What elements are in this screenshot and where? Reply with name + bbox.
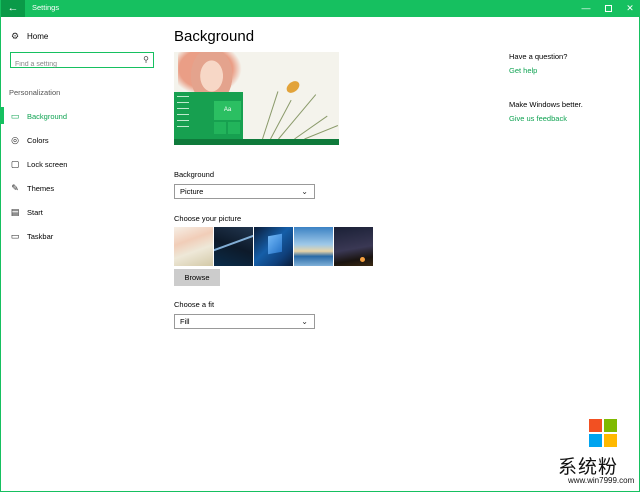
sidebar-item-taskbar[interactable]: ▭ Taskbar — [1, 224, 161, 248]
maximize-icon — [604, 5, 612, 12]
preview-taskbar — [174, 139, 339, 145]
preview-grass — [262, 91, 279, 140]
minimize-button[interactable]: — — [575, 2, 597, 15]
fit-label: Choose a fit — [174, 300, 215, 309]
back-arrow-icon: ← — [7, 2, 19, 14]
window-title: Settings — [32, 3, 60, 12]
background-preview: Aa — [174, 52, 339, 145]
picture-icon: ▭ — [10, 110, 20, 121]
sidebar-item-label: Background — [27, 111, 68, 121]
preview-tile — [214, 122, 226, 134]
preview-bird — [284, 79, 302, 95]
maximize-button[interactable] — [597, 2, 619, 15]
watermark-logo — [589, 419, 617, 447]
picture-thumbnails — [174, 227, 373, 266]
preview-grass — [278, 94, 317, 140]
start-icon: ▤ — [10, 206, 20, 217]
sidebar-item-background[interactable]: ▭ Background — [1, 104, 161, 128]
sidebar-item-label: Taskbar — [27, 231, 54, 241]
close-icon: ✕ — [626, 3, 634, 13]
fit-dropdown[interactable]: Fill ⌄ — [174, 314, 315, 329]
watermark-url: www.win7999.com — [568, 476, 635, 485]
page-title: Background — [174, 28, 255, 45]
search-box[interactable]: ⚲ — [10, 52, 154, 72]
sidebar-home-label: Home — [27, 32, 49, 41]
watermark-text: 系统粉 — [558, 456, 619, 478]
minimize-icon: — — [581, 3, 591, 13]
back-button[interactable]: ← — [1, 0, 25, 17]
close-button[interactable]: ✕ — [619, 2, 640, 15]
preview-tile — [228, 122, 240, 134]
background-label: Background — [174, 170, 215, 179]
themes-icon: ✎ — [11, 182, 19, 193]
picture-thumbnail[interactable] — [174, 227, 213, 266]
background-dropdown-value: Picture — [180, 187, 204, 196]
sidebar-item-colors[interactable]: ◎ Colors — [1, 128, 161, 152]
preview-start-list — [177, 96, 191, 132]
get-help-link[interactable]: Get help — [509, 66, 537, 75]
search-icon[interactable]: ⚲ — [143, 55, 149, 64]
section-label: Personalization — [9, 88, 61, 97]
help-heading: Have a question? — [509, 52, 568, 61]
preview-tile: Aa — [214, 101, 241, 120]
sidebar-item-lock-screen[interactable]: ▢ Lock screen — [1, 152, 161, 176]
chevron-down-icon: ⌄ — [301, 187, 308, 196]
lock-screen-icon: ▢ — [10, 158, 20, 169]
sidebar-item-label: Themes — [27, 183, 55, 193]
chevron-down-icon: ⌄ — [301, 317, 308, 326]
sidebar-item-themes[interactable]: ✎ Themes — [1, 176, 161, 200]
choose-picture-label: Choose your picture — [174, 214, 242, 223]
background-dropdown[interactable]: Picture ⌄ — [174, 184, 315, 199]
palette-icon: ◎ — [11, 134, 19, 145]
search-input[interactable] — [15, 57, 135, 72]
sidebar-item-label: Colors — [27, 135, 49, 145]
sidebar-item-start[interactable]: ▤ Start — [1, 200, 161, 224]
fit-dropdown-value: Fill — [180, 317, 190, 326]
picture-thumbnail[interactable] — [294, 227, 333, 266]
picture-thumbnail[interactable] — [214, 227, 253, 266]
feedback-heading: Make Windows better. — [509, 100, 583, 109]
sidebar-item-label: Lock screen — [27, 159, 68, 169]
taskbar-icon: ▭ — [10, 230, 20, 241]
give-feedback-link[interactable]: Give us feedback — [509, 114, 567, 123]
gear-icon: ⚙ — [10, 31, 20, 41]
sidebar-nav: ▭ Background ◎ Colors ▢ Lock screen ✎ Th… — [1, 104, 161, 248]
picture-thumbnail[interactable] — [334, 227, 373, 266]
picture-thumbnail[interactable] — [254, 227, 293, 266]
sidebar-item-label: Start — [27, 207, 43, 217]
browse-button[interactable]: Browse — [174, 269, 220, 286]
sidebar-home[interactable]: ⚙ Home — [10, 31, 48, 42]
title-bar: ← Settings — ✕ — [1, 0, 640, 17]
